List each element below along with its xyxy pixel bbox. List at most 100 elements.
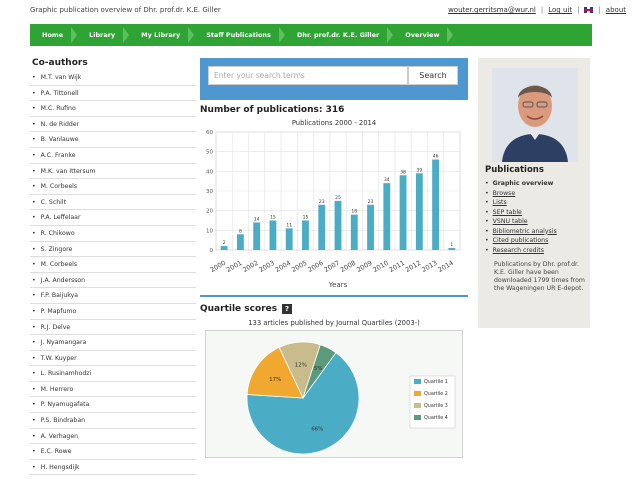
- bar-value-label: 38: [400, 169, 406, 175]
- nav-overview[interactable]: Overview: [393, 24, 454, 46]
- legend-swatch: [414, 415, 421, 420]
- publication-count: Number of publications: 316: [200, 105, 345, 115]
- site-title: Graphic publication overview of Dhr. pro…: [30, 6, 221, 14]
- link-label: Bibliometric analysis: [492, 227, 557, 235]
- nav-my-library[interactable]: My Library: [129, 24, 195, 46]
- legend-label: Quartile 4: [424, 415, 448, 421]
- coauthor-item[interactable]: C. Schilt: [30, 195, 196, 211]
- coauthor-item[interactable]: H. Hengsdijk: [30, 460, 196, 476]
- coauthor-item[interactable]: P.A. Leffelaar: [30, 210, 196, 226]
- coauthor-item[interactable]: M. Corbeels: [30, 257, 196, 273]
- x-axis-label: Years: [328, 281, 348, 289]
- user-links: wouter.gerritsma@wur.nl | Log uit | | ab…: [448, 6, 626, 14]
- y-tick-label: 0: [210, 248, 214, 254]
- author-photo: [492, 68, 578, 162]
- bar-chart-title: Publications 2000 - 2014: [291, 119, 377, 127]
- link-browse[interactable]: Browse: [485, 189, 557, 199]
- about-link[interactable]: about: [606, 6, 626, 14]
- coauthor-item[interactable]: P. Nyamugafata: [30, 397, 196, 414]
- bar-value-label: 25: [335, 195, 341, 201]
- help-icon[interactable]: ?: [282, 304, 293, 314]
- search-button[interactable]: Search: [408, 66, 458, 85]
- coauthor-item[interactable]: M. Herrero: [30, 382, 196, 398]
- coauthor-item[interactable]: T.W. Kuyper: [30, 351, 196, 367]
- link-label: SEP table: [492, 208, 522, 216]
- coauthor-item[interactable]: R.J. Delve: [30, 320, 196, 336]
- coauthor-item[interactable]: P.S. Bindraban: [30, 413, 196, 429]
- bar: [236, 234, 244, 250]
- bar: [415, 173, 423, 250]
- bar-value-label: 23: [319, 199, 325, 205]
- nav-library[interactable]: Library: [77, 24, 130, 46]
- y-tick-label: 20: [206, 209, 213, 215]
- portrait-image: [492, 68, 578, 162]
- top-bar: Graphic publication overview of Dhr. pro…: [0, 0, 638, 20]
- legend-swatch: [414, 379, 421, 384]
- link-cited-publications[interactable]: Cited publications: [485, 236, 557, 246]
- coauthor-item[interactable]: M.C. Rufino: [30, 101, 196, 117]
- coauthor-item[interactable]: L. Rusinamhodzi: [30, 366, 196, 382]
- coauthor-item[interactable]: R. Chikowo: [30, 226, 196, 242]
- coauthor-item[interactable]: A. Verhagen: [30, 429, 196, 445]
- download-note: Publications by Dhr. prof.dr. K.E. Gille…: [494, 261, 585, 292]
- section-divider: [200, 295, 468, 297]
- link-lists[interactable]: Lists: [485, 198, 557, 208]
- coauthor-item[interactable]: B. Vanlauwe: [30, 132, 196, 148]
- nav-staff-publications[interactable]: Staff Publications: [194, 24, 285, 46]
- legend-label: Quartile 3: [424, 403, 448, 409]
- publications-heading: Publications: [485, 165, 544, 175]
- link-sep-table[interactable]: SEP table: [485, 208, 557, 218]
- y-tick-label: 40: [206, 169, 213, 175]
- bar: [285, 228, 293, 250]
- bar-value-label: 15: [270, 215, 276, 221]
- link-research-credits[interactable]: Research credits: [485, 246, 557, 256]
- search-panel: Enter your search terms Search: [200, 58, 468, 100]
- bar: [350, 214, 358, 250]
- link-bibliometric-analysis[interactable]: Bibliometric analysis: [485, 227, 557, 237]
- pie-slice-label: 12%: [295, 362, 307, 368]
- coauthors-sidebar: Co-authors M.T. van Wijk P.A. Tittonell …: [30, 58, 196, 476]
- link-graphic-overview[interactable]: Graphic overview: [485, 179, 557, 189]
- coauthor-item[interactable]: J.A. Andersson: [30, 273, 196, 289]
- coauthor-item[interactable]: N. de Ridder: [30, 117, 196, 133]
- separator: |: [577, 6, 580, 14]
- coauthors-title: Co-authors: [32, 58, 88, 68]
- coauthor-item[interactable]: M. Corbeels: [30, 179, 196, 195]
- coauthor-item[interactable]: P.A. Tittonell: [30, 86, 196, 102]
- coauthor-item[interactable]: S. Zingore: [30, 242, 196, 258]
- publication-links: Graphic overview Browse Lists SEP table …: [485, 179, 557, 255]
- bar: [269, 220, 277, 250]
- legend-label: Quartile 1: [424, 379, 448, 385]
- link-label: Lists: [492, 199, 507, 206]
- coauthor-item[interactable]: J. Nyamangara: [30, 335, 196, 351]
- breadcrumb-nav: Home Library My Library Staff Publicatio…: [30, 24, 592, 46]
- coauthor-item[interactable]: E.C. Rowe: [30, 444, 196, 460]
- bar-value-label: 18: [351, 209, 357, 215]
- pie-chart-title: 133 articles published by Journal Quarti…: [248, 319, 420, 327]
- bar: [318, 204, 326, 250]
- logout-link[interactable]: Log uit: [548, 6, 572, 14]
- pie-slice-label: 66%: [311, 426, 323, 432]
- coauthor-item[interactable]: P. Mapfumo: [30, 304, 196, 320]
- coauthor-item[interactable]: F.P. Baijukya: [30, 288, 196, 304]
- coauthor-item[interactable]: A.C. Franke: [30, 148, 196, 164]
- nav-author[interactable]: Dhr. prof.dr. K.E. Giller: [285, 24, 394, 46]
- search-input[interactable]: Enter your search terms: [208, 66, 408, 85]
- y-tick-label: 60: [206, 130, 213, 136]
- bar-value-label: 14: [254, 216, 260, 222]
- link-vsnu-table[interactable]: VSNU table: [485, 217, 557, 227]
- y-tick-label: 30: [206, 189, 213, 195]
- bar-value-label: 34: [384, 177, 390, 183]
- coauthor-item[interactable]: M.K. van Ittersum: [30, 164, 196, 180]
- separator: |: [598, 6, 601, 14]
- publications-bar-chart: 0 10 20 30 40 50 60 2 8 14 15 11 15 23 25 18 23 34 38 39 46 1…: [206, 130, 461, 289]
- y-tick-label: 10: [206, 228, 213, 234]
- bar: [334, 200, 342, 250]
- user-email-link[interactable]: wouter.gerritsma@wur.nl: [448, 6, 536, 14]
- nav-home[interactable]: Home: [30, 24, 78, 46]
- pie-slice-label: 5%: [314, 366, 323, 372]
- coauthor-item[interactable]: M.T. van Wijk: [30, 70, 196, 86]
- publications-panel: Publications Graphic overview Browse Lis…: [478, 58, 590, 328]
- uk-flag-icon[interactable]: [584, 7, 594, 13]
- link-label: Browse: [492, 189, 516, 197]
